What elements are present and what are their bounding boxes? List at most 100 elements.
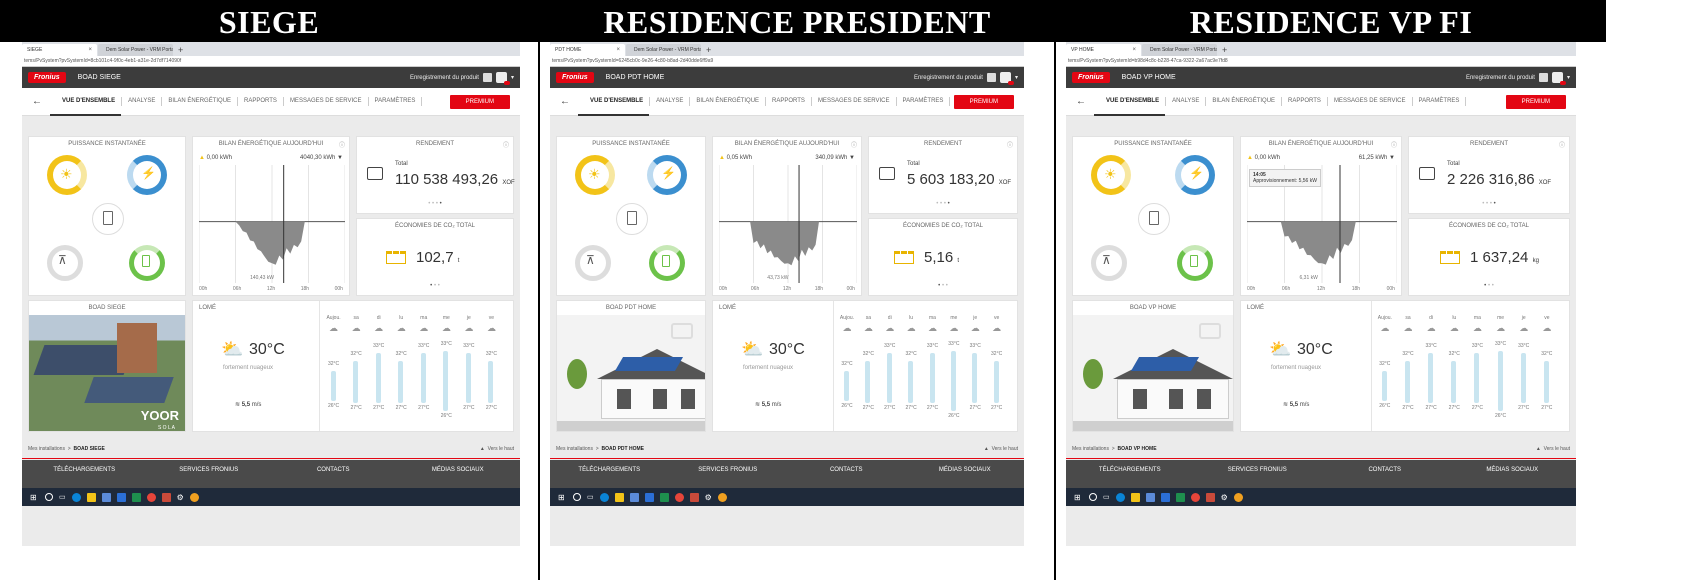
edge-icon[interactable] — [1115, 492, 1125, 502]
gear-icon[interactable]: ⚙ — [705, 493, 712, 502]
word-icon[interactable] — [1160, 492, 1170, 502]
gear-icon[interactable]: ⚙ — [177, 493, 184, 502]
register-product-link[interactable]: Enregistrement du produit — [914, 75, 983, 81]
back-to-top-link[interactable]: Vers le haut — [488, 446, 514, 452]
nav-tab[interactable]: MESSAGES DE SERVICE — [1328, 97, 1413, 106]
footer-link[interactable]: MÉDIAS SOCIAUX — [906, 467, 1025, 473]
nav-tab[interactable]: RAPPORTS — [766, 97, 812, 106]
back-to-top-link[interactable]: Vers le haut — [992, 446, 1018, 452]
chevron-down-icon[interactable]: ▾ — [1567, 74, 1570, 81]
energy-chart[interactable]: 43,73 kW — [719, 165, 857, 283]
product-icon[interactable] — [1538, 73, 1548, 82]
browser-icon[interactable] — [1233, 492, 1243, 502]
windows-icon[interactable]: ⊞ — [30, 493, 39, 502]
breadcrumb-root[interactable]: Mes installations — [1072, 446, 1109, 452]
powerpoint-icon[interactable] — [161, 492, 171, 502]
breadcrumb-root[interactable]: Mes installations — [556, 446, 593, 452]
nav-tab[interactable]: RAPPORTS — [1282, 97, 1328, 106]
nav-tab[interactable]: PARAMÈTRES — [369, 97, 423, 106]
footer-link[interactable]: SERVICES FRONIUS — [1194, 467, 1322, 473]
nav-tab[interactable]: BILAN ÉNERGÉTIQUE — [690, 97, 767, 106]
nav-tab[interactable]: PARAMÈTRES — [897, 97, 951, 106]
footer-link[interactable]: MÉDIAS SOCIAUX — [396, 467, 521, 473]
nav-tab[interactable]: VUE D'ENSEMBLE — [49, 97, 123, 116]
site-photo[interactable] — [1073, 315, 1233, 431]
product-icon[interactable] — [482, 73, 492, 82]
footer-link[interactable]: CONTACTS — [787, 467, 906, 473]
premium-button[interactable]: PREMIUM — [953, 94, 1014, 109]
browser-icon[interactable] — [189, 492, 199, 502]
new-tab-button[interactable]: + — [702, 44, 715, 56]
browser-tab[interactable]: Dem Solar Power - VRM Portal× — [98, 44, 173, 56]
footer-link[interactable]: TÉLÉCHARGEMENTS — [550, 467, 669, 473]
close-icon[interactable]: × — [88, 47, 92, 53]
user-icon[interactable] — [1551, 72, 1566, 85]
back-arrow-icon[interactable]: ← — [32, 96, 42, 107]
folder-icon[interactable] — [1130, 492, 1140, 502]
footer-link[interactable]: SERVICES FRONIUS — [669, 467, 788, 473]
premium-button[interactable]: PREMIUM — [449, 94, 510, 109]
premium-button[interactable]: PREMIUM — [1505, 94, 1566, 109]
info-icon[interactable]: ⓘ — [1007, 140, 1013, 149]
chrome-icon[interactable] — [146, 492, 156, 502]
nav-tab[interactable]: ANALYSE — [650, 97, 691, 106]
excel-icon[interactable] — [131, 492, 141, 502]
browser-tab[interactable]: Dem Solar Power - VRM Portal× — [1142, 44, 1217, 56]
search-icon[interactable] — [1089, 493, 1097, 501]
browser-icon[interactable] — [717, 492, 727, 502]
footer-link[interactable]: MÉDIAS SOCIAUX — [1449, 467, 1577, 473]
windows-icon[interactable]: ⊞ — [1074, 493, 1083, 502]
new-tab-button[interactable]: + — [1218, 44, 1231, 56]
nav-tab[interactable]: MESSAGES DE SERVICE — [812, 97, 897, 106]
pager-dots[interactable]: • • • • — [357, 201, 513, 207]
footer-link[interactable]: CONTACTS — [1321, 467, 1449, 473]
register-product-link[interactable]: Enregistrement du produit — [410, 75, 479, 81]
browser-tab[interactable]: SIEGE × — [22, 44, 97, 56]
app-icon[interactable] — [629, 492, 639, 502]
info-icon[interactable]: ⓘ — [503, 140, 509, 149]
back-to-top-link[interactable]: Vers le haut — [1544, 446, 1570, 452]
windows-icon[interactable]: ⊞ — [558, 493, 567, 502]
edge-icon[interactable] — [71, 492, 81, 502]
site-photo[interactable]: YOOR S O L A — [29, 315, 185, 431]
nav-tab[interactable]: ANALYSE — [122, 97, 163, 106]
task-view-icon[interactable]: ▭ — [587, 493, 594, 501]
word-icon[interactable] — [116, 492, 126, 502]
footer-link[interactable]: SERVICES FRONIUS — [147, 467, 272, 473]
info-icon[interactable]: ⓘ — [1559, 140, 1565, 149]
nav-tab[interactable]: BILAN ÉNERGÉTIQUE — [162, 97, 239, 106]
nav-tab[interactable]: VUE D'ENSEMBLE — [577, 97, 651, 116]
footer-link[interactable]: TÉLÉCHARGEMENTS — [22, 467, 147, 473]
close-icon[interactable]: × — [1132, 47, 1136, 53]
chevron-down-icon[interactable]: ▾ — [511, 74, 514, 81]
task-view-icon[interactable]: ▭ — [1103, 493, 1110, 501]
product-icon[interactable] — [986, 73, 996, 82]
nav-tab[interactable]: MESSAGES DE SERVICE — [284, 97, 369, 106]
excel-icon[interactable] — [1175, 492, 1185, 502]
user-icon[interactable] — [495, 72, 510, 85]
register-product-link[interactable]: Enregistrement du produit — [1466, 75, 1535, 81]
browser-tab[interactable]: PDT HOME × — [550, 44, 625, 56]
pager-dots[interactable]: • • • • — [1409, 201, 1569, 207]
url-bar[interactable]: tems/PvSystem?pvSystemId=8cb101c4-9f0c-4… — [22, 56, 520, 67]
powerpoint-icon[interactable] — [1205, 492, 1215, 502]
browser-tab[interactable]: Dem Solar Power - VRM Portal× — [626, 44, 701, 56]
folder-icon[interactable] — [614, 492, 624, 502]
chevron-down-icon[interactable]: ▾ — [1015, 74, 1018, 81]
back-arrow-icon[interactable]: ← — [560, 96, 570, 107]
nav-tab[interactable]: VUE D'ENSEMBLE — [1093, 97, 1167, 116]
info-icon[interactable]: ⓘ — [339, 140, 345, 149]
nav-tab[interactable]: PARAMÈTRES — [1413, 97, 1467, 106]
user-icon[interactable] — [999, 72, 1014, 85]
footer-link[interactable]: CONTACTS — [271, 467, 396, 473]
info-icon[interactable]: ⓘ — [851, 140, 857, 149]
pager-dots[interactable]: • • • — [869, 283, 1017, 289]
url-bar[interactable]: tems/PvSystem?pvSystemId=6245cb0c-9e26-4… — [550, 56, 1024, 67]
footer-link[interactable]: TÉLÉCHARGEMENTS — [1066, 467, 1194, 473]
fronius-logo[interactable]: Fronius — [556, 72, 594, 83]
word-icon[interactable] — [644, 492, 654, 502]
close-icon[interactable]: × — [616, 47, 620, 53]
edge-icon[interactable] — [599, 492, 609, 502]
nav-tab[interactable]: BILAN ÉNERGÉTIQUE — [1206, 97, 1283, 106]
task-view-icon[interactable]: ▭ — [59, 493, 66, 501]
